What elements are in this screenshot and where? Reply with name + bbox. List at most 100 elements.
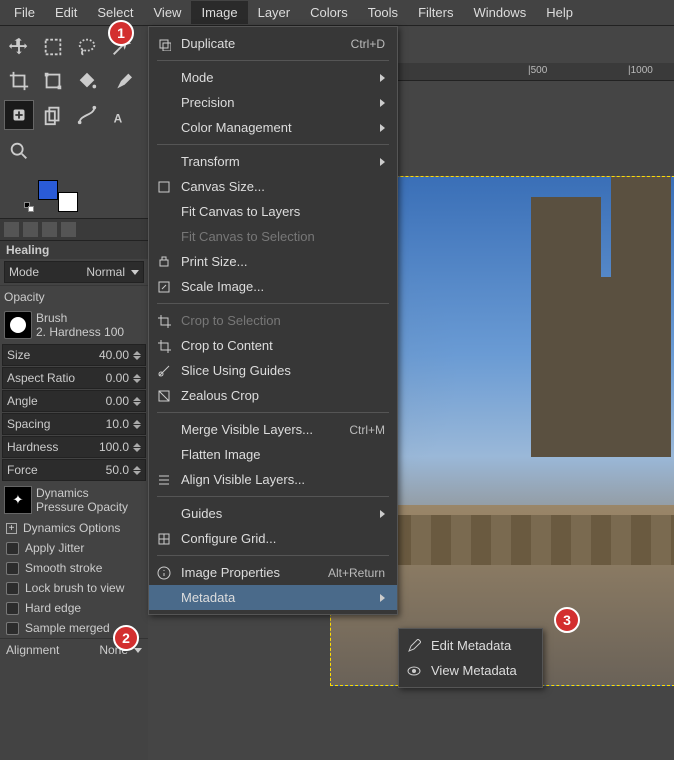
plus-icon: +: [6, 523, 17, 534]
clone-tool[interactable]: [38, 100, 68, 130]
info-icon: [157, 566, 171, 580]
opacity-label: Opacity: [4, 290, 45, 304]
menu-item-image-properties[interactable]: Image PropertiesAlt+Return: [149, 560, 397, 585]
tab-icon[interactable]: [61, 222, 76, 237]
checkbox-icon: [6, 542, 19, 555]
fg-color[interactable]: [38, 180, 58, 200]
crop-icon: [157, 314, 171, 328]
tab-icon[interactable]: [23, 222, 38, 237]
menu-item-merge-visible-layers[interactable]: Merge Visible Layers...Ctrl+M: [149, 417, 397, 442]
brush-tool[interactable]: [106, 66, 136, 96]
arrow-right-icon: [380, 74, 385, 82]
tool-options-tabs: [0, 218, 148, 241]
menu-separator: [157, 555, 389, 556]
checkbox-apply-jitter[interactable]: Apply Jitter: [0, 538, 148, 558]
brush-preview[interactable]: [4, 311, 32, 339]
checkbox-icon: [6, 622, 19, 635]
menubar-item-help[interactable]: Help: [536, 1, 583, 24]
zoom-tool[interactable]: [4, 136, 34, 166]
canvas-icon: [157, 180, 171, 194]
checkbox-smooth-stroke[interactable]: Smooth stroke: [0, 558, 148, 578]
menu-item-metadata[interactable]: Metadata: [149, 585, 397, 610]
alignment-label: Alignment: [6, 643, 59, 657]
checkbox-icon: [6, 582, 19, 595]
slider-hardness[interactable]: Hardness100.0: [2, 436, 146, 458]
crop-tool[interactable]: [4, 66, 34, 96]
menubar: FileEditSelectViewImageLayerColorsToolsF…: [0, 0, 674, 26]
crop-icon: [157, 339, 171, 353]
dynamics-options-label: Dynamics Options: [23, 521, 120, 535]
menu-item-canvas-size[interactable]: Canvas Size...: [149, 174, 397, 199]
svg-text:A: A: [114, 111, 123, 125]
menubar-item-layer[interactable]: Layer: [248, 1, 301, 24]
tab-icon[interactable]: [4, 222, 19, 237]
color-swatch[interactable]: [38, 180, 78, 212]
menu-item-align-visible-layers[interactable]: Align Visible Layers...: [149, 467, 397, 492]
transform-tool[interactable]: [38, 66, 68, 96]
text-tool[interactable]: A: [106, 100, 136, 130]
menu-item-precision[interactable]: Precision: [149, 90, 397, 115]
menubar-item-colors[interactable]: Colors: [300, 1, 358, 24]
checkbox-hard-edge[interactable]: Hard edge: [0, 598, 148, 618]
annotation-badge-2: 2: [113, 625, 139, 651]
slider-size[interactable]: Size40.00: [2, 344, 146, 366]
checkbox-icon: [6, 602, 19, 615]
default-colors-icon[interactable]: [24, 202, 34, 212]
menu-item-slice-using-guides[interactable]: Slice Using Guides: [149, 358, 397, 383]
view-icon: [407, 664, 421, 678]
menu-item-configure-grid[interactable]: Configure Grid...: [149, 526, 397, 551]
ruler-tick: |1000: [628, 65, 653, 76]
menu-item-print-size[interactable]: Print Size...: [149, 249, 397, 274]
slider-force[interactable]: Force50.0: [2, 459, 146, 481]
metadata-submenu: Edit MetadataView Metadata: [398, 628, 543, 688]
slider-spacing[interactable]: Spacing10.0: [2, 413, 146, 435]
image-menu: DuplicateCtrl+D ModePrecisionColor Manage…: [148, 26, 398, 615]
rect-select-tool[interactable]: [38, 32, 68, 62]
mode-dropdown[interactable]: Mode Normal: [4, 261, 144, 283]
heal-tool[interactable]: [4, 100, 34, 130]
annotation-badge-3: 3: [554, 607, 580, 633]
shortcut-text: Ctrl+D: [351, 37, 385, 51]
submenu-item-view-metadata[interactable]: View Metadata: [399, 658, 542, 683]
mode-label: Mode: [9, 265, 39, 279]
arrow-right-icon: [380, 124, 385, 132]
arrow-right-icon: [380, 510, 385, 518]
menubar-item-tools[interactable]: Tools: [358, 1, 408, 24]
menu-item-zealous-crop[interactable]: Zealous Crop: [149, 383, 397, 408]
checkbox-icon: [6, 562, 19, 575]
menubar-item-filters[interactable]: Filters: [408, 1, 463, 24]
move-tool[interactable]: [4, 32, 34, 62]
submenu-item-edit-metadata[interactable]: Edit Metadata: [399, 633, 542, 658]
menu-separator: [157, 60, 389, 61]
dynamics-options-expander[interactable]: + Dynamics Options: [0, 518, 148, 538]
bg-color[interactable]: [58, 192, 78, 212]
grid-icon: [157, 532, 171, 546]
menu-item-duplicate[interactable]: DuplicateCtrl+D: [149, 31, 397, 56]
dup-icon: [157, 37, 171, 51]
dynamics-preview[interactable]: ✦: [4, 486, 32, 514]
tab-icon[interactable]: [42, 222, 57, 237]
lasso-tool[interactable]: [72, 32, 102, 62]
menu-item-scale-image[interactable]: Scale Image...: [149, 274, 397, 299]
menu-item-flatten-image[interactable]: Flatten Image: [149, 442, 397, 467]
path-tool[interactable]: [72, 100, 102, 130]
slider-angle[interactable]: Angle0.00: [2, 390, 146, 412]
dynamics-row: ✦ Dynamics Pressure Opacity: [0, 482, 148, 518]
chevron-down-icon: [131, 270, 139, 275]
menu-item-transform[interactable]: Transform: [149, 149, 397, 174]
bucket-tool[interactable]: [72, 66, 102, 96]
slice-icon: [157, 364, 171, 378]
menu-separator: [157, 496, 389, 497]
menubar-item-edit[interactable]: Edit: [45, 1, 87, 24]
menu-item-crop-to-content[interactable]: Crop to Content: [149, 333, 397, 358]
menubar-item-file[interactable]: File: [4, 1, 45, 24]
checkbox-lock-brush-to-view[interactable]: Lock brush to view: [0, 578, 148, 598]
menu-item-guides[interactable]: Guides: [149, 501, 397, 526]
menubar-item-image[interactable]: Image: [191, 1, 247, 24]
menu-item-fit-canvas-to-layers[interactable]: Fit Canvas to Layers: [149, 199, 397, 224]
menubar-item-windows[interactable]: Windows: [463, 1, 536, 24]
menu-item-mode[interactable]: Mode: [149, 65, 397, 90]
menubar-item-view[interactable]: View: [144, 1, 192, 24]
menu-item-color-management[interactable]: Color Management: [149, 115, 397, 140]
slider-aspect-ratio[interactable]: Aspect Ratio0.00: [2, 367, 146, 389]
